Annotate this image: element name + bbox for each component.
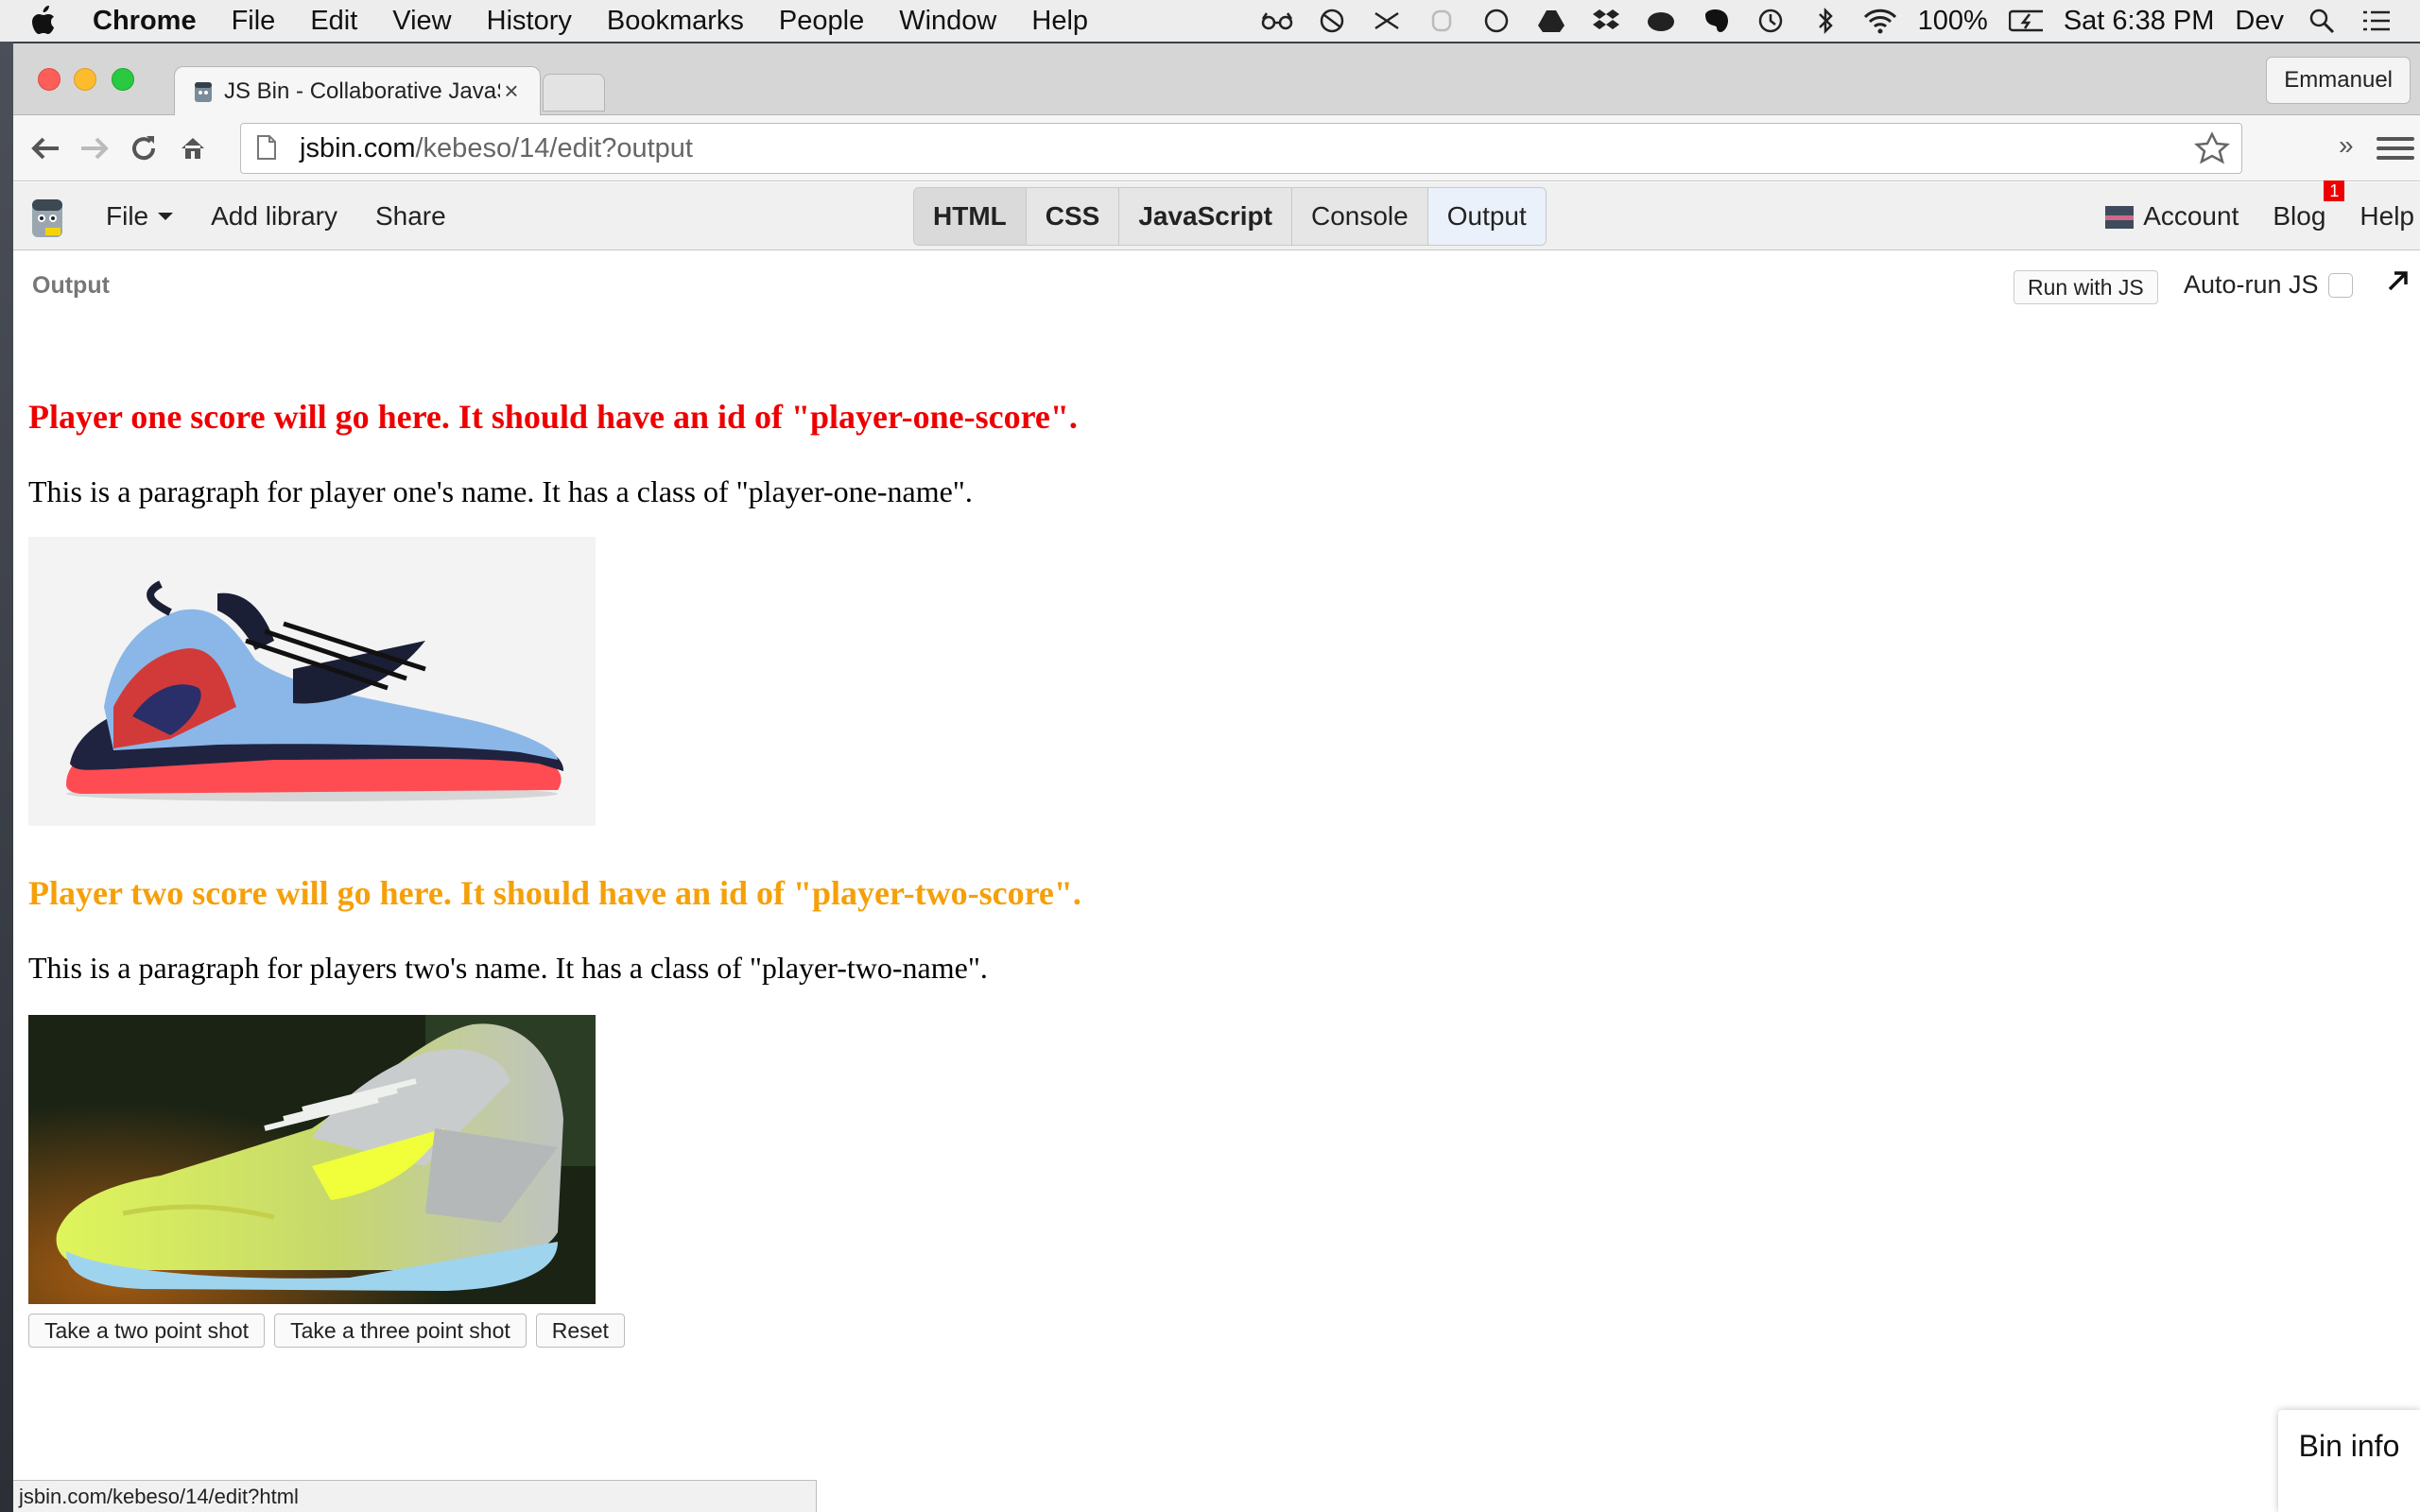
menu-people[interactable]: People — [779, 6, 864, 37]
panel-toggle-group: HTML CSS JavaScript Console Output — [913, 187, 1547, 246]
three-point-shot-button[interactable]: Take a three point shot — [274, 1314, 527, 1348]
auto-run-js-label: Auto-run JS — [2184, 270, 2319, 299]
panel-javascript-toggle[interactable]: JavaScript — [1119, 188, 1292, 245]
minimize-window-button[interactable] — [74, 68, 96, 91]
player-one-score-heading: Player one score will go here. It should… — [28, 398, 1078, 436]
desktop-background — [0, 42, 13, 1512]
menu-file[interactable]: File — [232, 6, 276, 37]
account-avatar-icon — [2105, 205, 2135, 229]
bookmark-star-icon[interactable] — [2193, 131, 2231, 173]
reset-button[interactable]: Reset — [535, 1314, 625, 1348]
back-icon[interactable] — [21, 124, 70, 173]
address-bar[interactable]: jsbin.com/kebeso/14/edit?output — [240, 123, 2242, 174]
account-label: Account — [2143, 201, 2239, 231]
battery-percentage: 100% — [1917, 5, 1988, 36]
panel-html-toggle[interactable]: HTML — [914, 188, 1027, 245]
google-drive-icon[interactable] — [1534, 6, 1568, 36]
link-status-bar: jsbin.com/kebeso/14/edit?html — [13, 1480, 817, 1512]
spotlight-search-icon[interactable] — [2305, 6, 2339, 36]
chrome-window: JS Bin - Collaborative JavaScript Debugg… — [13, 43, 2420, 1512]
add-library-menu[interactable]: Add library — [211, 201, 337, 232]
home-icon[interactable] — [168, 124, 217, 173]
tab-jsbin[interactable]: JS Bin - Collaborative JavaScript Debugg… — [174, 66, 541, 115]
maximize-window-button[interactable] — [112, 68, 134, 91]
player-one-name-paragraph: This is a paragraph for player one's nam… — [28, 474, 973, 508]
profile-button[interactable]: Emmanuel — [2266, 57, 2411, 104]
close-tab-icon[interactable]: × — [500, 77, 523, 106]
battery-icon[interactable] — [2008, 6, 2043, 36]
help-menu[interactable]: Help — [2360, 201, 2414, 232]
popout-arrow-icon[interactable] — [2386, 268, 2411, 298]
notification-center-icon[interactable] — [2360, 6, 2394, 36]
apple-icon[interactable] — [28, 5, 79, 37]
scissors-icon[interactable] — [1370, 6, 1404, 36]
circle-icon[interactable] — [1479, 6, 1513, 36]
panel-output-toggle[interactable]: Output — [1427, 188, 1546, 245]
run-with-js-button[interactable]: Run with JS — [2014, 270, 2158, 304]
jsbin-toolbar: File Add library Share HTML CSS JavaScri… — [13, 180, 2420, 250]
cloud-app-icon[interactable] — [1644, 6, 1678, 36]
output-panel-label: Output — [32, 272, 110, 299]
player-two-score-heading: Player two score will go here. It should… — [28, 874, 1081, 912]
jsbin-favicon-icon — [192, 80, 215, 103]
chrome-menu-icon[interactable] — [2377, 127, 2414, 170]
dropbox-icon[interactable] — [1589, 6, 1623, 36]
menu-window[interactable]: Window — [899, 6, 996, 37]
url-path: /kebeso/14/edit?output — [415, 132, 693, 163]
file-menu-label: File — [106, 200, 149, 231]
player-two-shoe-image — [28, 1015, 596, 1304]
new-tab-button[interactable] — [543, 74, 605, 112]
chevron-down-icon — [158, 212, 174, 220]
menu-help[interactable]: Help — [1031, 6, 1088, 37]
page-icon — [256, 134, 279, 163]
tab-title: JS Bin - Collaborative JavaScript Debugg… — [224, 77, 500, 104]
reload-icon[interactable] — [119, 124, 168, 173]
bin-info-button[interactable]: Bin info — [2278, 1410, 2420, 1512]
extensions-overflow-icon[interactable]: » — [2339, 130, 2354, 161]
menu-history[interactable]: History — [487, 6, 572, 37]
blog-link[interactable]: Blog 1 — [2273, 180, 2345, 232]
do-not-disturb-icon[interactable] — [1315, 6, 1349, 36]
menu-app-chrome[interactable]: Chrome — [93, 6, 197, 37]
game-controls: Take a two point shot Take a three point… — [28, 1314, 625, 1348]
macos-menu-bar: Chrome File Edit View History Bookmarks … — [0, 0, 2420, 42]
evernote-icon[interactable] — [1699, 6, 1733, 36]
blog-label: Blog — [2273, 201, 2326, 231]
app-icon-faded[interactable] — [1425, 6, 1459, 36]
auto-run-js-checkbox[interactable] — [2327, 272, 2353, 298]
close-window-button[interactable] — [38, 68, 60, 91]
account-menu[interactable]: Account — [2105, 201, 2238, 232]
menu-bookmarks[interactable]: Bookmarks — [607, 6, 744, 37]
auto-run-js-toggle[interactable]: Auto-run JS — [2184, 270, 2353, 300]
menu-edit[interactable]: Edit — [310, 6, 357, 37]
forward-icon[interactable] — [70, 124, 119, 173]
player-one-shoe-image — [28, 537, 596, 826]
panel-css-toggle[interactable]: CSS — [1027, 188, 1120, 245]
share-menu[interactable]: Share — [375, 201, 446, 232]
menu-view[interactable]: View — [392, 6, 451, 37]
glasses-icon[interactable] — [1260, 6, 1294, 36]
jsbin-right-menu: Account Blog 1 Help — [2105, 180, 2420, 250]
url-host: jsbin.com — [300, 132, 416, 163]
output-panel: Output Run with JS Auto-run JS Player on… — [13, 251, 2420, 1512]
browser-toolbar: jsbin.com/kebeso/14/edit?output » — [13, 115, 2420, 181]
panel-console-toggle[interactable]: Console — [1292, 188, 1428, 245]
bluetooth-icon[interactable] — [1808, 6, 1842, 36]
tab-strip: JS Bin - Collaborative JavaScript Debugg… — [13, 43, 2420, 115]
player-two-name-paragraph: This is a paragraph for players two's na… — [28, 951, 988, 985]
wifi-icon[interactable] — [1863, 6, 1897, 36]
file-menu[interactable]: File — [106, 200, 174, 232]
clock[interactable]: Sat 6:38 PM — [2064, 6, 2215, 37]
jsbin-logo-icon[interactable] — [28, 194, 66, 239]
time-machine-icon[interactable] — [1754, 6, 1788, 36]
user-name[interactable]: Dev — [2235, 6, 2284, 37]
blog-notification-badge: 1 — [2324, 180, 2345, 201]
two-point-shot-button[interactable]: Take a two point shot — [28, 1314, 266, 1348]
